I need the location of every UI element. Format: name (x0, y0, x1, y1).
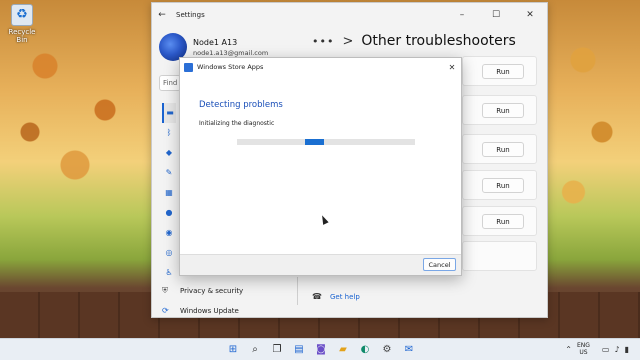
troubleshooter-item: Run (462, 56, 537, 86)
language-code: ENG (576, 342, 590, 349)
dialog-title: Windows Store Apps (197, 63, 264, 71)
run-button[interactable]: Run (482, 103, 524, 118)
run-button[interactable]: Run (482, 64, 524, 79)
sidebar-item-label: Privacy & security (180, 287, 244, 295)
apps-icon[interactable]: ▦ (162, 183, 176, 203)
sidebar-item-privacy-security[interactable]: ⛨ Privacy & security (162, 286, 243, 296)
bluetooth-icon[interactable]: ᛒ (162, 123, 176, 143)
troubleshooter-item: Run (462, 206, 537, 236)
footer-divider (297, 277, 298, 305)
wallpaper-leaves-right (545, 0, 640, 240)
troubleshooter-dialog: Windows Store Apps ✕ Detecting problems … (179, 57, 462, 276)
update-icon: ⟳ (162, 306, 169, 315)
region-code: US (579, 349, 588, 356)
system-icon[interactable]: ▬ (162, 103, 176, 123)
dialog-footer: Cancel (180, 254, 461, 275)
chevron-up-icon[interactable]: ⌃ (565, 345, 572, 354)
progress-bar (237, 139, 415, 145)
recycle-bin-icon: ♻ (11, 4, 33, 26)
settings-icon[interactable]: ⚙ (379, 342, 395, 358)
taskbar-icons: ⊞ ⌕ ❐ ▤ ◙ ▰ ◐ ⚙ ✉ (225, 342, 423, 358)
help-icon: ☎ (312, 292, 322, 301)
page-title: Other troubleshooters (361, 33, 516, 49)
close-icon[interactable]: ✕ (443, 63, 461, 72)
network-icon[interactable]: ▭ (602, 345, 610, 354)
sidebar-item-windows-update[interactable]: ⟳ Windows Update (162, 306, 239, 315)
search-icon[interactable]: ⌕ (247, 342, 263, 358)
gaming-icon[interactable]: ◎ (162, 243, 176, 263)
personalization-icon[interactable]: ✎ (162, 163, 176, 183)
file-explorer-icon[interactable]: ▰ (335, 342, 351, 358)
dialog-heading: Detecting problems (199, 100, 283, 110)
progress-bar-indicator (305, 139, 324, 145)
close-button[interactable]: ✕ (513, 10, 547, 20)
maximize-button[interactable]: ☐ (479, 10, 513, 20)
chat-icon[interactable]: ◙ (313, 342, 329, 358)
sidebar-icons: ▬ ᛒ ◆ ✎ ▦ ● ◉ ◎ ♿ (162, 103, 176, 283)
minimize-button[interactable]: – (445, 10, 479, 20)
shield-icon: ⛨ (162, 286, 168, 295)
user-info: Node1 A13 node1.a13@gmail.com (193, 38, 268, 57)
battery-icon[interactable]: ▮ (625, 345, 629, 354)
user-email: node1.a13@gmail.com (193, 48, 269, 57)
chevron-right-icon: > (342, 33, 354, 49)
window-controls: – ☐ ✕ (445, 10, 547, 20)
cancel-button[interactable]: Cancel (423, 258, 456, 271)
taskbar: ⊞ ⌕ ❐ ▤ ◙ ▰ ◐ ⚙ ✉ ⌃ ENG US ▭ ♪ ▮ (0, 338, 640, 360)
breadcrumb-overflow[interactable]: ••• (312, 35, 334, 48)
troubleshooter-item: Run (462, 95, 537, 125)
run-button[interactable]: Run (482, 142, 524, 157)
recycle-bin-label: Recycle Bin (8, 28, 36, 44)
window-title: Settings (176, 11, 205, 19)
user-name: Node1 A13 (193, 37, 238, 47)
edge-icon[interactable]: ◐ (357, 342, 373, 358)
troubleshooter-item: Run (462, 170, 537, 200)
settings-titlebar: ← Settings – ☐ ✕ (152, 3, 547, 27)
time-language-icon[interactable]: ◉ (162, 223, 176, 243)
troubleshooter-item: Run (462, 134, 537, 164)
dialog-titlebar: Windows Store Apps ✕ (180, 58, 461, 76)
get-help-link[interactable]: ☎ Get help (312, 292, 360, 301)
sidebar-item-label: Windows Update (180, 306, 239, 315)
outlook-icon[interactable]: ✉ (401, 342, 417, 358)
windows-start-icon[interactable]: ⊞ (225, 342, 241, 358)
widgets-icon[interactable]: ▤ (291, 342, 307, 358)
network-icon[interactable]: ◆ (162, 143, 176, 163)
search-input[interactable]: Find (159, 75, 181, 91)
task-view-icon[interactable]: ❐ (269, 342, 285, 358)
page-header: ••• > Other troubleshooters (312, 33, 516, 49)
troubleshooter-item (462, 241, 537, 271)
accounts-icon[interactable]: ● (162, 203, 176, 223)
accessibility-icon[interactable]: ♿ (162, 263, 176, 283)
recycle-bin[interactable]: ♻ Recycle Bin (6, 4, 38, 44)
arrow-left-icon[interactable]: ← (152, 10, 172, 20)
run-button[interactable]: Run (482, 178, 524, 193)
system-tray: ⌃ ENG US ▭ ♪ ▮ (565, 342, 634, 356)
run-button[interactable]: Run (482, 214, 524, 229)
store-app-icon (184, 62, 193, 72)
volume-icon[interactable]: ♪ (614, 345, 619, 354)
get-help-label: Get help (329, 292, 360, 301)
dialog-status: Initializing the diagnostic (199, 120, 275, 127)
language-indicator[interactable]: ENG US (577, 342, 590, 356)
